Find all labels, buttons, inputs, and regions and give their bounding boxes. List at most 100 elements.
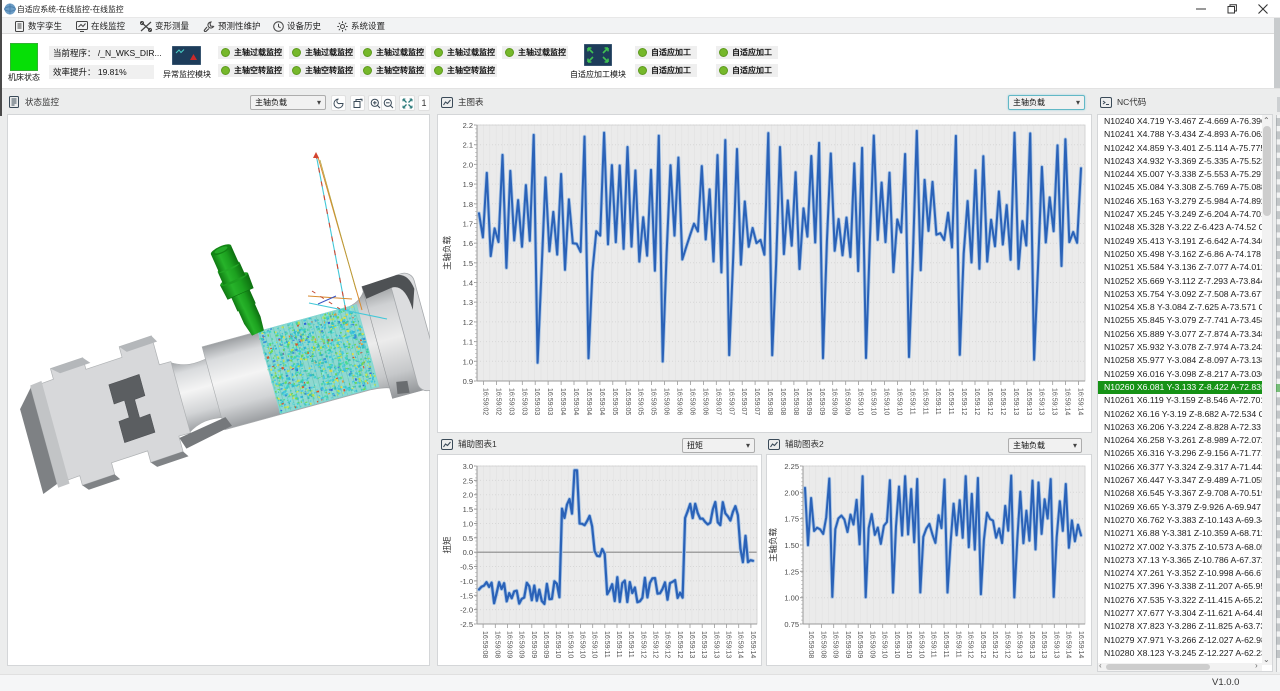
svg-text:16:59:12: 16:59:12	[664, 631, 671, 658]
svg-text:-2.5: -2.5	[460, 620, 473, 629]
svg-text:16:59:07: 16:59:07	[740, 388, 747, 415]
svg-text:16:59:09: 16:59:09	[518, 631, 525, 658]
svg-text:主轴负载: 主轴负载	[442, 236, 452, 271]
svg-text:16:59:13: 16:59:13	[712, 631, 719, 658]
svg-text:16:59:10: 16:59:10	[895, 388, 902, 415]
svg-text:16:59:11: 16:59:11	[627, 631, 634, 658]
svg-text:16:59:09: 16:59:09	[844, 388, 851, 415]
svg-text:16:59:12: 16:59:12	[973, 388, 980, 415]
svg-text:16:59:09: 16:59:09	[868, 631, 875, 658]
svg-text:16:59:02: 16:59:02	[494, 388, 501, 415]
svg-text:16:59:07: 16:59:07	[727, 388, 734, 415]
svg-text:2.5: 2.5	[463, 476, 473, 485]
svg-text:0.9: 0.9	[463, 377, 473, 386]
svg-text:16:59:11: 16:59:11	[908, 388, 915, 415]
svg-text:16:59:13: 16:59:13	[1025, 388, 1032, 415]
svg-text:16:59:11: 16:59:11	[930, 631, 937, 658]
svg-text:1.0: 1.0	[463, 520, 473, 529]
svg-text:16:59:10: 16:59:10	[554, 631, 561, 658]
svg-text:16:59:09: 16:59:09	[805, 388, 812, 415]
svg-text:16:59:08: 16:59:08	[779, 388, 786, 415]
svg-text:1.5: 1.5	[463, 505, 473, 514]
svg-text:16:59:08: 16:59:08	[792, 388, 799, 415]
svg-text:16:59:12: 16:59:12	[676, 631, 683, 658]
svg-text:16:59:10: 16:59:10	[857, 388, 864, 415]
svg-text:16:59:13: 16:59:13	[1016, 631, 1023, 658]
svg-text:16:59:12: 16:59:12	[639, 631, 646, 658]
svg-text:16:59:10: 16:59:10	[905, 631, 912, 658]
svg-text:0.5: 0.5	[463, 534, 473, 543]
svg-text:16:59:09: 16:59:09	[856, 631, 863, 658]
svg-text:16:59:09: 16:59:09	[505, 631, 512, 658]
svg-text:1.2: 1.2	[463, 318, 473, 327]
svg-text:16:59:14: 16:59:14	[1077, 631, 1084, 658]
svg-text:16:59:10: 16:59:10	[591, 631, 598, 658]
svg-text:16:59:12: 16:59:12	[999, 388, 1006, 415]
svg-text:16:59:14: 16:59:14	[749, 631, 756, 658]
svg-text:1.00: 1.00	[784, 594, 799, 603]
svg-text:16:59:11: 16:59:11	[934, 388, 941, 415]
svg-text:16:59:06: 16:59:06	[701, 388, 708, 415]
svg-text:0.0: 0.0	[463, 548, 473, 557]
svg-text:1.1: 1.1	[463, 338, 473, 347]
svg-text:16:59:13: 16:59:13	[700, 631, 707, 658]
svg-text:16:59:09: 16:59:09	[832, 631, 839, 658]
svg-text:1.6: 1.6	[463, 239, 473, 248]
svg-text:16:59:11: 16:59:11	[947, 388, 954, 415]
svg-text:16:59:09: 16:59:09	[831, 388, 838, 415]
svg-text:16:59:14: 16:59:14	[1077, 388, 1084, 415]
svg-text:16:59:10: 16:59:10	[893, 631, 900, 658]
svg-text:-1.0: -1.0	[460, 577, 473, 586]
svg-text:16:59:05: 16:59:05	[637, 388, 644, 415]
svg-text:16:59:08: 16:59:08	[766, 388, 773, 415]
svg-text:1.4: 1.4	[463, 279, 473, 288]
svg-text:16:59:11: 16:59:11	[942, 631, 949, 658]
svg-text:16:59:07: 16:59:07	[753, 388, 760, 415]
svg-text:16:59:09: 16:59:09	[818, 388, 825, 415]
svg-text:16:59:13: 16:59:13	[1051, 388, 1058, 415]
svg-text:1.50: 1.50	[784, 541, 799, 550]
svg-text:16:59:13: 16:59:13	[725, 631, 732, 658]
svg-text:1.3: 1.3	[463, 298, 473, 307]
svg-text:16:59:14: 16:59:14	[1064, 388, 1071, 415]
svg-text:16:59:04: 16:59:04	[598, 388, 605, 415]
svg-text:16:59:10: 16:59:10	[566, 631, 573, 658]
svg-text:16:59:06: 16:59:06	[676, 388, 683, 415]
svg-text:16:59:03: 16:59:03	[520, 388, 527, 415]
svg-text:2.0: 2.0	[463, 491, 473, 500]
svg-text:16:59:13: 16:59:13	[1012, 388, 1019, 415]
svg-text:16:59:09: 16:59:09	[844, 631, 851, 658]
svg-text:16:59:14: 16:59:14	[737, 631, 744, 658]
svg-text:16:59:05: 16:59:05	[650, 388, 657, 415]
svg-text:16:59:12: 16:59:12	[1003, 631, 1010, 658]
svg-text:16:59:07: 16:59:07	[714, 388, 721, 415]
svg-text:16:59:11: 16:59:11	[603, 631, 610, 658]
svg-text:16:59:12: 16:59:12	[979, 631, 986, 658]
svg-text:2.2: 2.2	[463, 121, 473, 130]
svg-text:16:59:13: 16:59:13	[1052, 631, 1059, 658]
svg-text:16:59:13: 16:59:13	[688, 631, 695, 658]
svg-text:16:59:13: 16:59:13	[1028, 631, 1035, 658]
svg-text:2.00: 2.00	[784, 488, 799, 497]
svg-text:16:59:02: 16:59:02	[482, 388, 489, 415]
svg-text:16:59:10: 16:59:10	[870, 388, 877, 415]
svg-text:1.9: 1.9	[463, 180, 473, 189]
svg-text:16:59:12: 16:59:12	[986, 388, 993, 415]
svg-text:16:59:04: 16:59:04	[559, 388, 566, 415]
svg-text:16:59:06: 16:59:06	[688, 388, 695, 415]
svg-text:扭矩: 扭矩	[442, 536, 452, 554]
svg-text:1.5: 1.5	[463, 259, 473, 268]
svg-text:16:59:14: 16:59:14	[1065, 631, 1072, 658]
svg-text:主轴负载: 主轴负载	[768, 528, 778, 563]
svg-text:16:59:10: 16:59:10	[881, 631, 888, 658]
svg-text:2.25: 2.25	[784, 462, 799, 471]
svg-text:16:59:11: 16:59:11	[954, 631, 961, 658]
svg-text:16:59:09: 16:59:09	[542, 631, 549, 658]
svg-text:-0.5: -0.5	[460, 563, 473, 572]
svg-text:2.1: 2.1	[463, 141, 473, 150]
svg-text:-2.0: -2.0	[460, 606, 473, 615]
svg-text:16:59:03: 16:59:03	[507, 388, 514, 415]
svg-text:16:59:13: 16:59:13	[1040, 631, 1047, 658]
svg-text:16:59:04: 16:59:04	[572, 388, 579, 415]
svg-text:16:59:10: 16:59:10	[579, 631, 586, 658]
